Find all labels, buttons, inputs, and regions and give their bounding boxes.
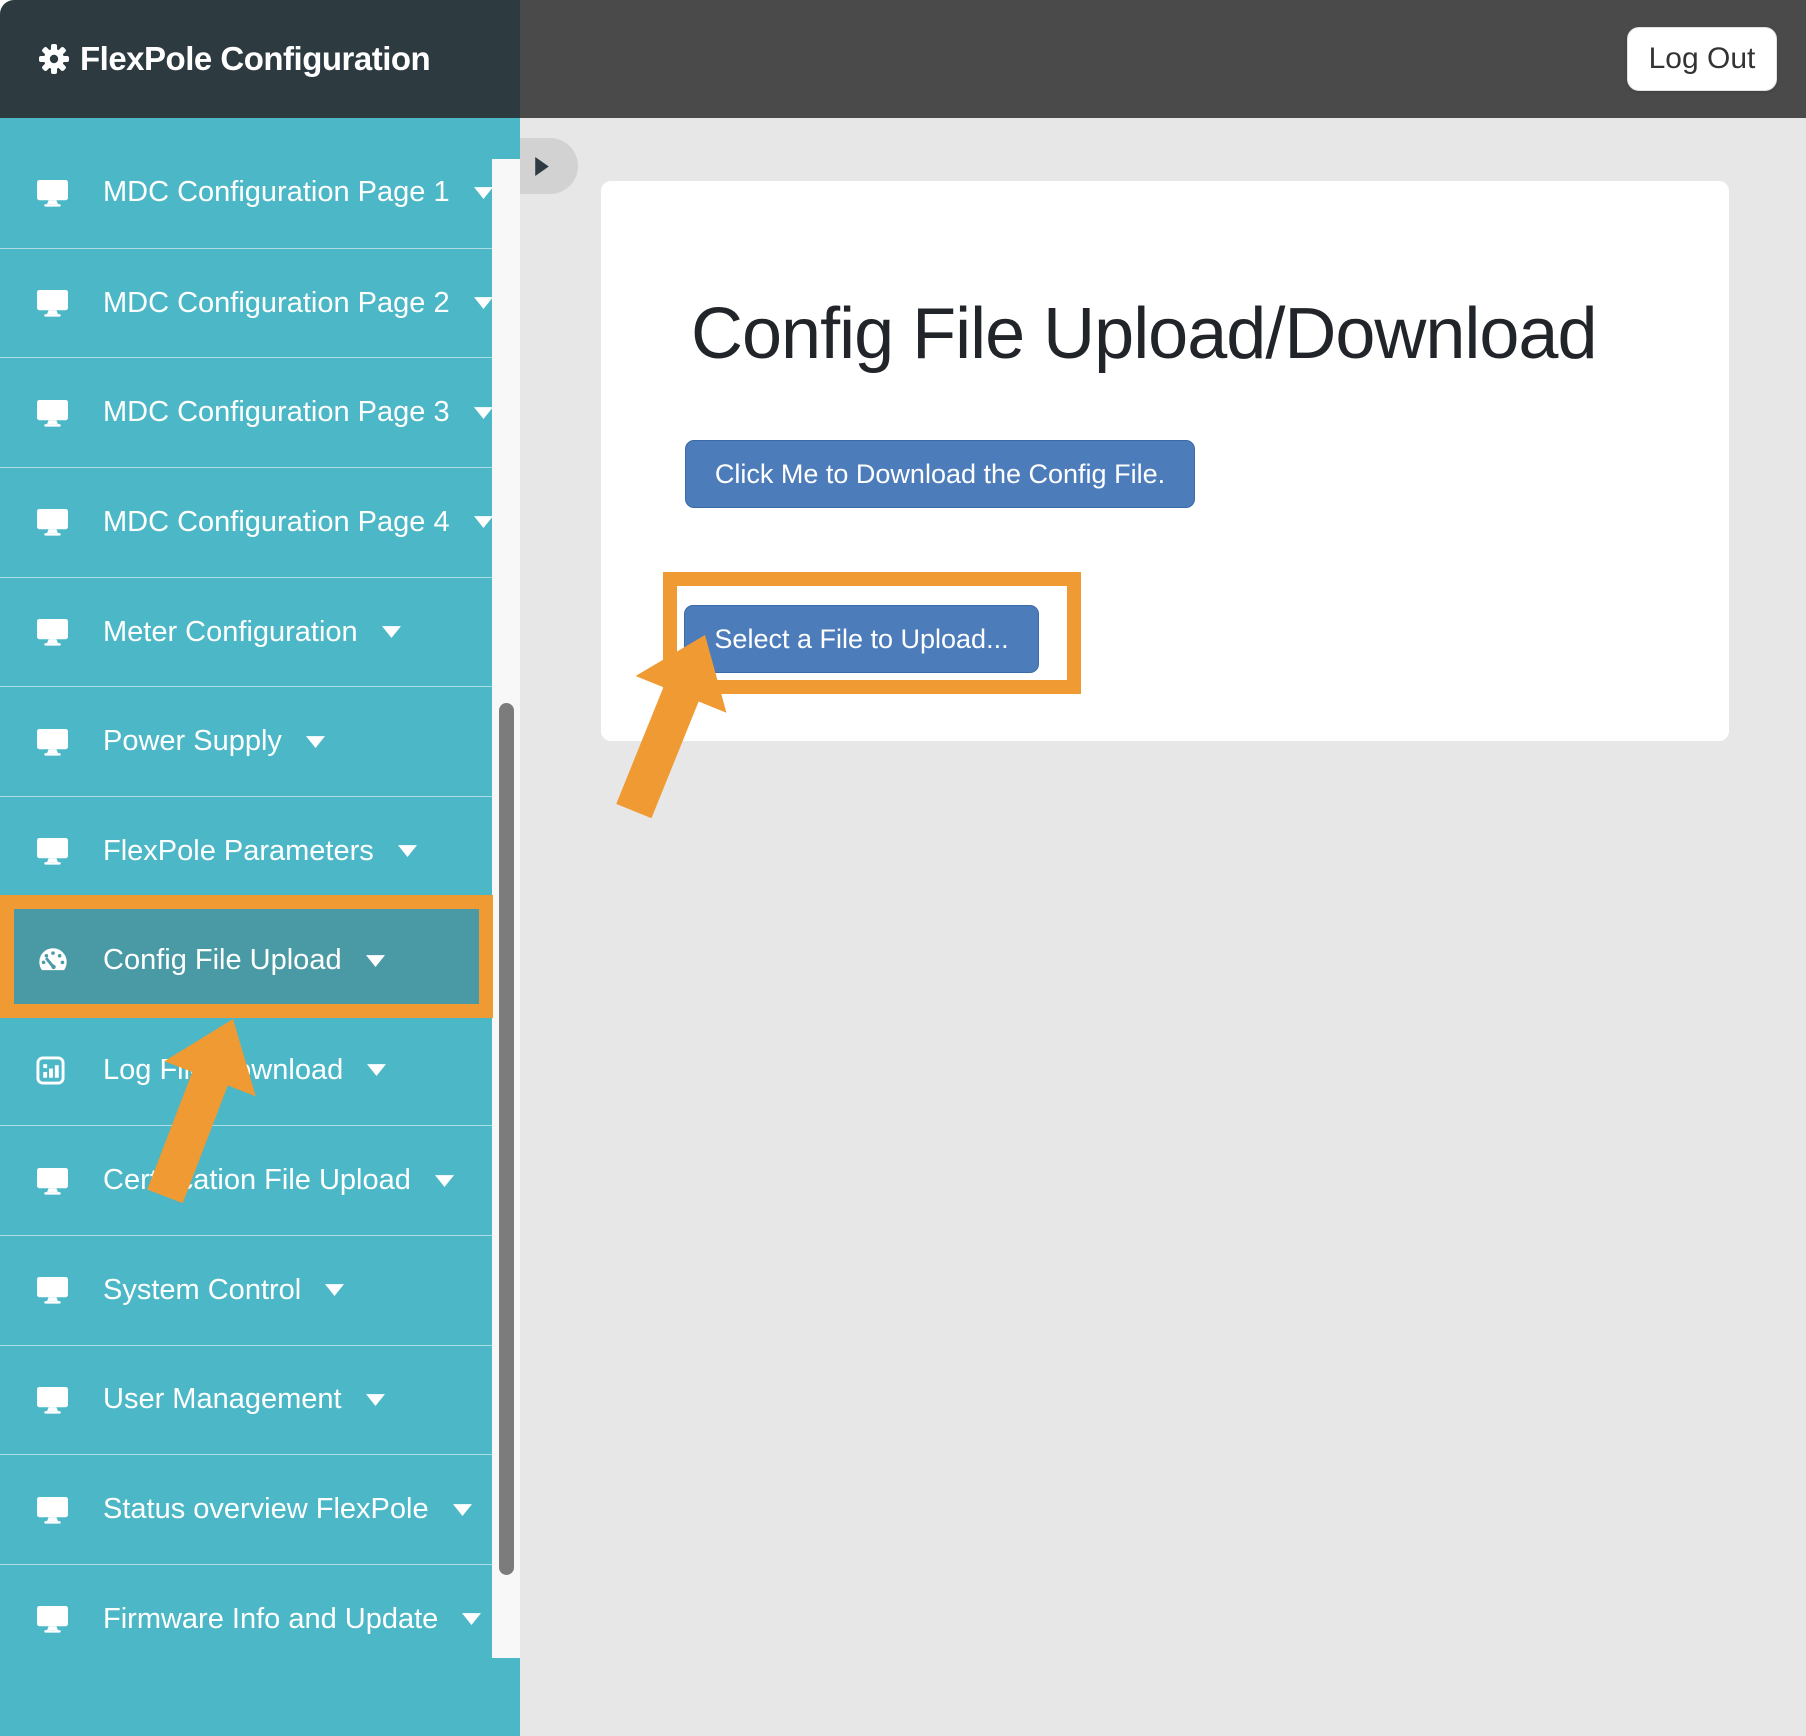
sidebar-item-mdc-configuration-page-3[interactable]: MDC Configuration Page 3 [0, 357, 492, 467]
sidebar-scrollbar-track[interactable] [492, 159, 520, 1658]
desktop-icon [36, 508, 76, 536]
caret-down-icon [382, 626, 401, 638]
app-title: FlexPole Configuration [80, 40, 430, 78]
caret-down-icon [367, 1064, 386, 1076]
sidebar-item-config-file-upload[interactable]: Config File Upload [0, 906, 492, 1016]
desktop-icon [36, 1276, 76, 1304]
caret-down-icon [366, 955, 385, 967]
gear-icon [38, 43, 70, 75]
sidebar-header: FlexPole Configuration [0, 0, 520, 118]
caret-down-icon [474, 516, 493, 528]
content-card: Config File Upload/Download Click Me to … [601, 181, 1729, 741]
app-window: Log Out FlexPole Configuration MDC Confi… [0, 0, 1806, 1736]
caret-down-icon [325, 1284, 344, 1296]
tachometer-icon [36, 946, 76, 975]
sidebar-item-mdc-configuration-page-1[interactable]: MDC Configuration Page 1 [0, 138, 492, 248]
sidebar-collapse-button[interactable] [520, 138, 578, 194]
desktop-icon [36, 1386, 76, 1414]
sidebar-scrollbar-thumb[interactable] [499, 703, 514, 1575]
desktop-icon [36, 1605, 76, 1633]
caret-down-icon [306, 736, 325, 748]
caret-down-icon [474, 297, 493, 309]
caret-down-icon [453, 1504, 472, 1516]
sidebar-item-system-control[interactable]: System Control [0, 1235, 492, 1345]
desktop-icon [36, 1496, 76, 1524]
sidebar-item-flexpole-parameters[interactable]: FlexPole Parameters [0, 796, 492, 906]
page-title: Config File Upload/Download [691, 293, 1597, 375]
sidebar-item-meter-configuration[interactable]: Meter Configuration [0, 577, 492, 687]
desktop-icon [36, 289, 76, 317]
caret-down-icon [366, 1394, 385, 1406]
sidebar: MDC Configuration Page 1 MDC Configurati… [0, 118, 520, 1736]
desktop-icon [36, 179, 76, 207]
chevron-right-icon [535, 157, 549, 176]
bar-chart-icon [36, 1056, 76, 1085]
main-content: Config File Upload/Download Click Me to … [520, 118, 1806, 1736]
caret-down-icon [462, 1613, 481, 1625]
top-bar: Log Out [520, 0, 1806, 118]
desktop-icon [36, 618, 76, 646]
caret-down-icon [435, 1175, 454, 1187]
caret-down-icon [398, 845, 417, 857]
download-config-button[interactable]: Click Me to Download the Config File. [685, 440, 1195, 508]
sidebar-item-power-supply[interactable]: Power Supply [0, 686, 492, 796]
desktop-icon [36, 1167, 76, 1195]
sidebar-item-mdc-configuration-page-2[interactable]: MDC Configuration Page 2 [0, 248, 492, 358]
sidebar-item-mdc-configuration-page-4[interactable]: MDC Configuration Page 4 [0, 467, 492, 577]
sidebar-item-status-overview-flexpole[interactable]: Status overview FlexPole [0, 1454, 492, 1564]
caret-down-icon [474, 407, 493, 419]
sidebar-item-firmware-info-and-update[interactable]: Firmware Info and Update [0, 1564, 492, 1674]
caret-down-icon [474, 187, 493, 199]
sidebar-item-user-management[interactable]: User Management [0, 1345, 492, 1455]
desktop-icon [36, 399, 76, 427]
desktop-icon [36, 728, 76, 756]
sidebar-menu: MDC Configuration Page 1 MDC Configurati… [0, 138, 492, 1674]
desktop-icon [36, 837, 76, 865]
logout-button[interactable]: Log Out [1627, 27, 1777, 91]
